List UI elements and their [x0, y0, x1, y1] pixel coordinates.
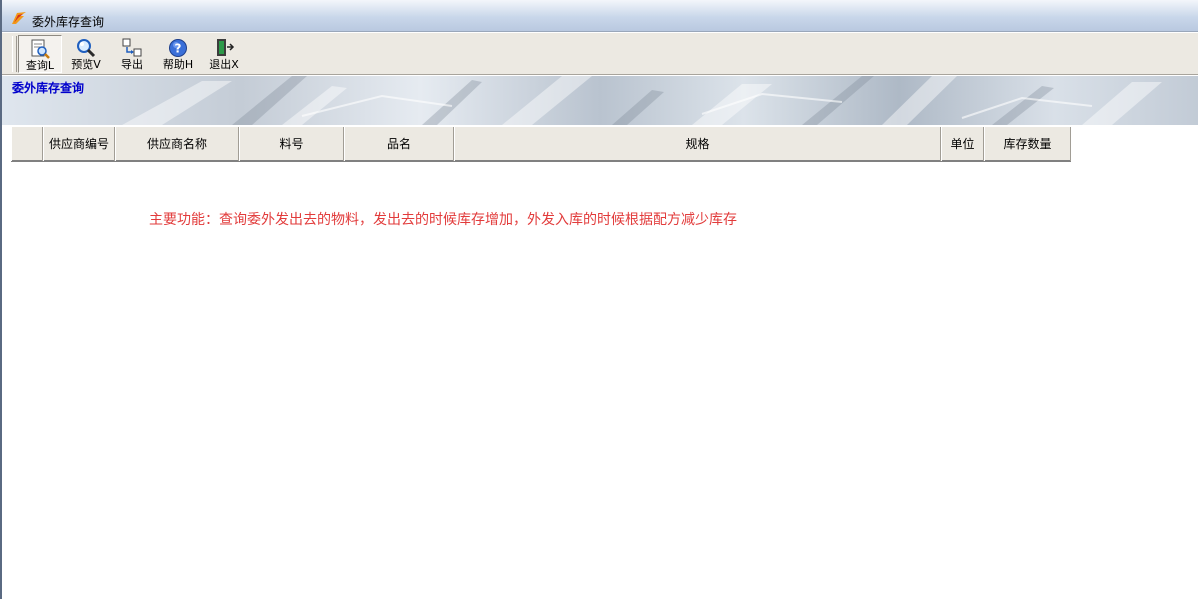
column-header-supplier-name[interactable]: 供应商名称 [115, 127, 239, 161]
title-bar[interactable]: 委外库存查询 [2, 0, 1198, 32]
document-magnifier-icon [31, 39, 50, 59]
function-description-text: 主要功能：查询委外发出去的物料，发出去的时候库存增加，外发入库的时候根据配方减少… [149, 212, 737, 228]
main-window: 委外库存查询 查询L 预览V 导出 ? 帮助H 退出X 委外库存查询 供应商编号… [0, 0, 1198, 599]
column-header-product-name[interactable]: 品名 [344, 127, 454, 161]
exit-door-icon [217, 39, 235, 56]
window-title: 委外库存查询 [32, 15, 105, 29]
help-icon: ? [169, 39, 187, 57]
column-header-part-number[interactable]: 料号 [239, 127, 344, 161]
preview-button-label: 预览V [71, 58, 101, 71]
banner-background-graphic [122, 76, 1162, 125]
export-button[interactable]: 导出 [110, 35, 154, 73]
row-indicator-header[interactable] [11, 127, 43, 161]
help-button[interactable]: ? 帮助H [156, 35, 200, 73]
export-button-label: 导出 [121, 58, 143, 71]
svg-text:?: ? [175, 42, 182, 56]
column-header-specification[interactable]: 规格 [454, 127, 941, 161]
exit-button[interactable]: 退出X [202, 35, 246, 73]
banner-title: 委外库存查询 [12, 81, 85, 95]
toolbar-grip[interactable] [12, 36, 17, 72]
column-header-stock-quantity[interactable]: 库存数量 [984, 127, 1071, 161]
toolbar: 查询L 预览V 导出 ? 帮助H 退出X [2, 33, 1198, 75]
column-header-supplier-code[interactable]: 供应商编号 [43, 127, 115, 161]
help-button-label: 帮助H [162, 58, 194, 71]
query-button-label: 查询L [25, 59, 55, 72]
query-button[interactable]: 查询L [18, 35, 62, 73]
column-header-unit[interactable]: 单位 [941, 127, 984, 161]
grid-header: 供应商编号 供应商名称 料号 品名 规格 单位 库存数量 [11, 126, 1071, 162]
export-icon [122, 38, 142, 57]
preview-button[interactable]: 预览V [64, 35, 108, 73]
banner: 委外库存查询 [2, 76, 1198, 125]
app-logo-icon [12, 12, 26, 24]
magnifier-icon [77, 39, 96, 58]
exit-button-label: 退出X [209, 58, 239, 71]
grid-body[interactable]: 主要功能：查询委外发出去的物料，发出去的时候库存增加，外发入库的时候根据配方减少… [11, 162, 1198, 599]
